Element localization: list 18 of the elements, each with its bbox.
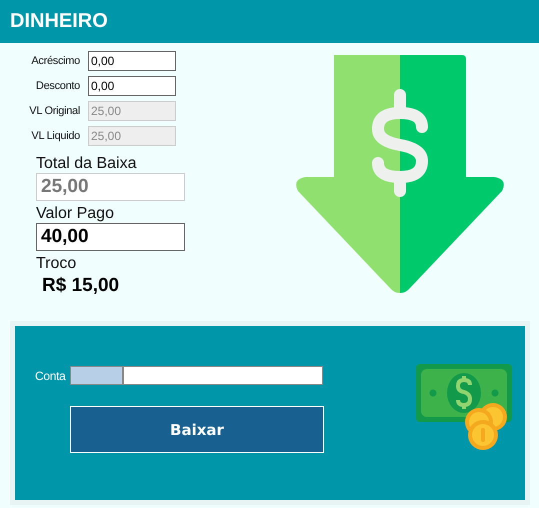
field-label: Conta (35, 368, 67, 382)
field-label: Total da Baixa (36, 155, 138, 173)
dollar-down-arrow-icon (294, 55, 506, 293)
change-amount: R$ 15,00 (42, 275, 120, 297)
field-label: Acréscimo (30, 55, 80, 67)
cash-and-coins-icon (416, 364, 514, 450)
account-name-field[interactable] (123, 366, 323, 385)
field-label: VL Liquido (30, 130, 80, 142)
account-code-field[interactable] (70, 366, 123, 385)
field-label: Valor Pago (36, 205, 115, 223)
change-label: Troco (36, 255, 78, 273)
input-field[interactable]: 40,00 (36, 223, 185, 251)
field-label: Desconto (34, 80, 80, 92)
field-label: VL Original (28, 105, 80, 117)
input-field[interactable]: 0,00 (88, 51, 176, 71)
submit-button[interactable]: Baixar (70, 406, 324, 453)
window-title: DINHEIRO (10, 10, 108, 33)
input-field[interactable]: 0,00 (88, 76, 176, 96)
